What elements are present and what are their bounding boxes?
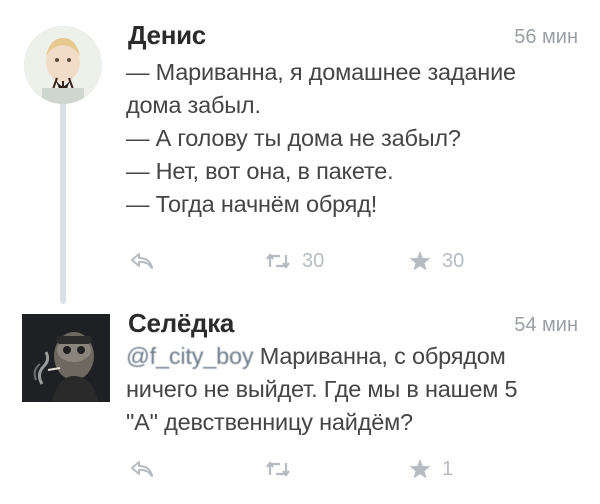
retweet-icon bbox=[266, 461, 290, 477]
tweet-line: дома забыл. bbox=[126, 92, 261, 118]
tweet-text: @f_city_boy Мариванна, с обрядом ничего … bbox=[126, 340, 518, 439]
star-icon bbox=[409, 459, 431, 479]
reply-icon bbox=[131, 461, 153, 477]
retweet-button[interactable]: 30 bbox=[264, 246, 324, 276]
retweet-button[interactable] bbox=[264, 454, 302, 484]
star-icon bbox=[409, 251, 431, 271]
tweet-line: @f_city_boy Мариванна, с обрядом bbox=[126, 340, 517, 373]
reply-button[interactable] bbox=[130, 246, 154, 276]
avatar[interactable] bbox=[24, 26, 102, 104]
tweet-line: ничего не выйдет. Где мы в нашем 5 bbox=[126, 376, 518, 402]
like-count: 30 bbox=[442, 249, 465, 272]
tweet-actions: 30 30 bbox=[126, 246, 546, 276]
tweet-2: Селёдка 54 мин @f_city_boy Мариванна, с … bbox=[0, 304, 600, 504]
reply-icon bbox=[131, 253, 153, 269]
tweet-text: — Мариванна, я домашнее задание дома заб… bbox=[126, 56, 516, 221]
retweet-count: 30 bbox=[302, 249, 325, 272]
timestamp[interactable]: 56 мин bbox=[514, 26, 578, 49]
author-name[interactable]: Селёдка bbox=[128, 308, 234, 339]
tweet-actions: 1 bbox=[126, 454, 546, 484]
mention-link[interactable]: @f_city_boy bbox=[126, 343, 254, 369]
tweet-line: — Мариванна, я домашнее задание bbox=[126, 59, 516, 85]
like-count: 1 bbox=[442, 457, 454, 480]
tweet-line: — Нет, вот она, в пакете. bbox=[126, 158, 394, 184]
tweet-line: "А" девственницу найдём? bbox=[126, 409, 413, 435]
like-button[interactable]: 1 bbox=[408, 454, 453, 484]
retweet-icon bbox=[266, 253, 290, 269]
avatar[interactable] bbox=[22, 314, 110, 402]
tweet-1: Денис 56 мин — Мариванна, я домашнее зад… bbox=[0, 0, 600, 292]
like-button[interactable]: 30 bbox=[408, 246, 464, 276]
tweet-text-rest: Мариванна, с обрядом bbox=[253, 343, 506, 369]
reply-button[interactable] bbox=[130, 454, 154, 484]
author-name[interactable]: Денис bbox=[128, 20, 206, 51]
tweet-line: — А голову ты дома не забыл? bbox=[126, 125, 461, 151]
tweet-line: — Тогда начнём обряд! bbox=[126, 191, 378, 217]
timestamp[interactable]: 54 мин bbox=[514, 314, 578, 337]
